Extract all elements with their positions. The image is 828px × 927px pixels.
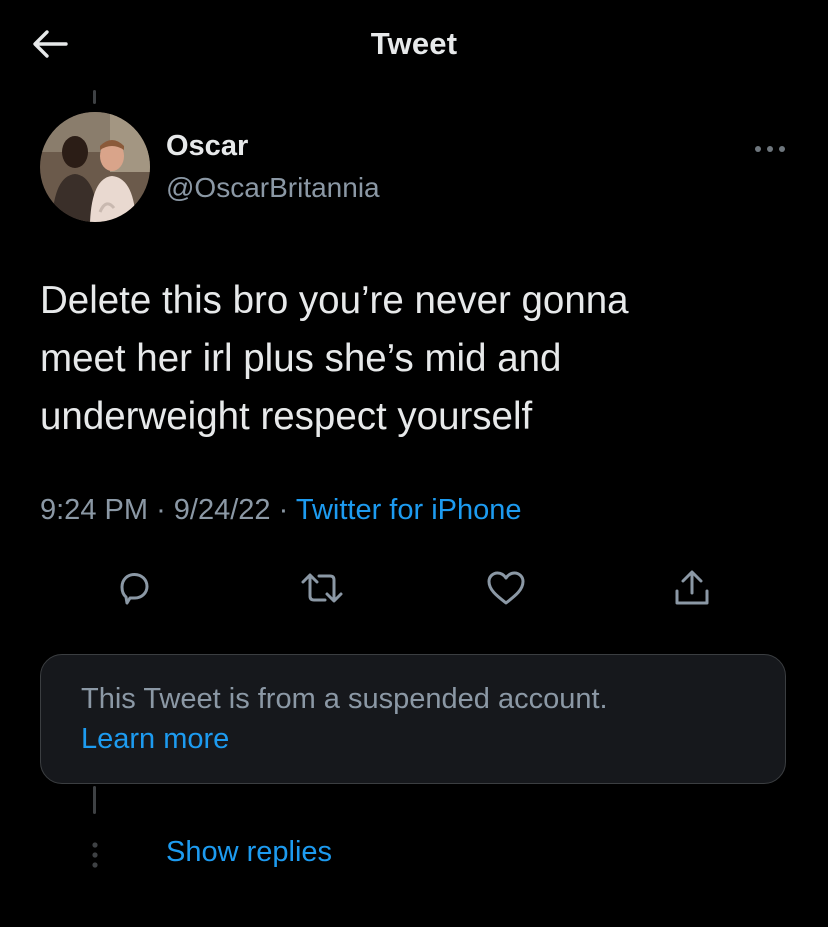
show-replies-link[interactable]: Show replies bbox=[166, 836, 332, 869]
more-horizontal-icon bbox=[755, 146, 785, 152]
meta-separator: · bbox=[278, 494, 289, 526]
more-options-button[interactable] bbox=[746, 134, 794, 164]
tweet-source-link[interactable]: Twitter for iPhone bbox=[296, 494, 522, 526]
tweet-meta: 9:24 PM · 9/24/22 · Twitter for iPhone bbox=[40, 494, 522, 527]
tweet-detail-screen: Tweet Oscar @OscarBritannia Delete this … bbox=[0, 0, 828, 927]
retweet-button[interactable] bbox=[298, 564, 346, 612]
reply-icon bbox=[120, 573, 149, 605]
more-vertical-icon bbox=[92, 842, 98, 868]
meta-separator: · bbox=[156, 494, 166, 526]
tweet-actions bbox=[0, 564, 828, 612]
learn-more-link[interactable]: Learn more bbox=[81, 719, 785, 759]
suspended-account-notice: This Tweet is from a suspended account. … bbox=[40, 654, 786, 784]
like-button[interactable] bbox=[482, 564, 530, 612]
notice-text: This Tweet is from a suspended account. bbox=[81, 683, 608, 715]
avatar-photo bbox=[40, 112, 150, 222]
page-title: Tweet bbox=[370, 26, 458, 61]
top-bar: Tweet bbox=[0, 0, 828, 90]
reply-button[interactable] bbox=[110, 564, 158, 612]
thread-line-top bbox=[93, 90, 96, 104]
author-handle[interactable]: @OscarBritannia bbox=[166, 172, 380, 204]
share-button[interactable] bbox=[668, 564, 716, 612]
author-name[interactable]: Oscar bbox=[166, 130, 248, 163]
retweet-icon bbox=[301, 573, 343, 603]
tweet-date: 9/24/22 bbox=[173, 494, 271, 526]
tweet-text: Delete this bro you’re never gonna meet … bbox=[40, 279, 629, 438]
share-icon bbox=[675, 570, 709, 605]
tweet-time: 9:24 PM bbox=[40, 494, 148, 526]
thread-line-bottom bbox=[93, 786, 96, 814]
avatar[interactable] bbox=[40, 112, 150, 222]
heart-icon bbox=[487, 571, 525, 605]
